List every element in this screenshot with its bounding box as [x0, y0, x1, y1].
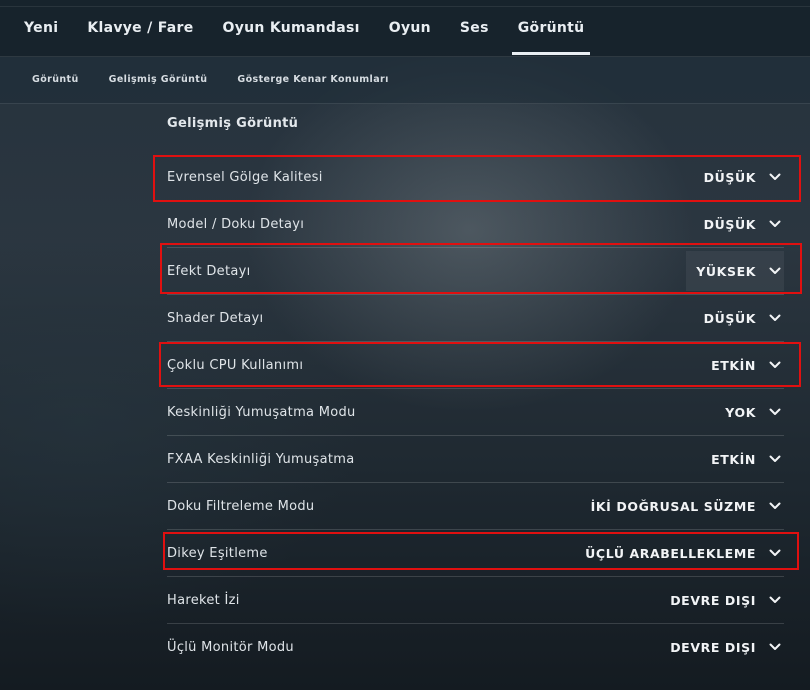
setting-row[interactable]: Hareket İzi DEVRE DIŞI [167, 577, 784, 624]
setting-dropdown[interactable]: DEVRE DIŞI [660, 580, 784, 620]
setting-dropdown[interactable]: DÜŞÜK [694, 298, 784, 338]
setting-row[interactable]: Doku Filtreleme Modu İKİ DOĞRUSAL SÜZME [167, 483, 784, 530]
setting-value: DÜŞÜK [703, 169, 756, 185]
setting-dropdown[interactable]: DÜŞÜK [694, 157, 784, 197]
setting-dropdown[interactable]: ETKİN [701, 439, 784, 479]
setting-dropdown[interactable]: İKİ DOĞRUSAL SÜZME [581, 486, 784, 526]
setting-dropdown[interactable]: ÜÇLÜ ARABELLEKLEME [575, 533, 784, 573]
chevron-down-icon[interactable] [769, 173, 781, 181]
tab-video[interactable]: Görüntü [511, 20, 591, 55]
chevron-down-icon[interactable] [769, 455, 781, 463]
chevron-down-icon[interactable] [769, 549, 781, 557]
setting-dropdown[interactable]: ETKİN [701, 345, 784, 385]
setting-value: İKİ DOĞRUSAL SÜZME [590, 498, 756, 514]
setting-label: Çoklu CPU Kullanımı [167, 357, 304, 373]
setting-row[interactable]: FXAA Keskinliği Yumuşatma ETKİN [167, 436, 784, 483]
subtab-video[interactable]: Görüntü [32, 74, 79, 85]
chevron-down-icon[interactable] [769, 502, 781, 510]
settings-list: Evrensel Gölge Kalitesi DÜŞÜK Model / Doku… [167, 154, 784, 670]
setting-label: Evrensel Gölge Kalitesi [167, 169, 323, 185]
setting-row[interactable]: Keskinliği Yumuşatma Modu YOK [167, 389, 784, 436]
setting-label: FXAA Keskinliği Yumuşatma [167, 451, 355, 467]
setting-label: Dikey Eşitleme [167, 545, 268, 561]
setting-value: DÜŞÜK [703, 310, 756, 326]
setting-label: Shader Detayı [167, 310, 264, 326]
setting-label: Keskinliği Yumuşatma Modu [167, 404, 356, 420]
tab-keyboard-mouse[interactable]: Klavye / Fare [81, 20, 199, 36]
setting-dropdown[interactable]: DÜŞÜK [694, 204, 784, 244]
tab-audio[interactable]: Ses [454, 20, 495, 36]
chevron-down-icon[interactable] [769, 220, 781, 228]
setting-dropdown[interactable]: DEVRE DIŞI [660, 627, 784, 667]
setting-row[interactable]: Çoklu CPU Kullanımı ETKİN [167, 342, 784, 389]
setting-label: Hareket İzi [167, 592, 240, 608]
setting-value: ÜÇLÜ ARABELLEKLEME [585, 545, 756, 561]
setting-label: Model / Doku Detayı [167, 216, 305, 232]
sub-tabs: Görüntü Gelişmiş Görüntü Gösterge Kenar … [32, 74, 419, 85]
chevron-down-icon[interactable] [769, 314, 781, 322]
subtab-advanced-video[interactable]: Gelişmiş Görüntü [109, 74, 208, 85]
subtab-hud-edge-positions[interactable]: Gösterge Kenar Konumları [237, 74, 388, 85]
sub-navigation-bar: Görüntü Gelişmiş Görüntü Gösterge Kenar … [0, 57, 810, 104]
setting-value: DÜŞÜK [703, 216, 756, 232]
top-tabs: Yeni Klavye / Fare Oyun Kumandası Oyun S… [18, 20, 607, 55]
setting-dropdown[interactable]: YÜKSEK [686, 251, 784, 291]
setting-row[interactable]: Shader Detayı DÜŞÜK [167, 295, 784, 342]
setting-row[interactable]: Model / Doku Detayı DÜŞÜK [167, 201, 784, 248]
setting-dropdown[interactable]: YOK [715, 392, 784, 432]
chevron-down-icon[interactable] [769, 408, 781, 416]
setting-label: Doku Filtreleme Modu [167, 498, 315, 514]
setting-row[interactable]: Dikey Eşitleme ÜÇLÜ ARABELLEKLEME [167, 530, 784, 577]
setting-label: Üçlü Monitör Modu [167, 639, 294, 655]
tab-controller[interactable]: Oyun Kumandası [217, 20, 366, 36]
chevron-down-icon[interactable] [769, 361, 781, 369]
setting-row[interactable]: Efekt Detayı YÜKSEK [167, 248, 784, 295]
setting-value: YÜKSEK [696, 263, 756, 279]
chevron-down-icon[interactable] [769, 596, 781, 604]
section-title: Gelişmiş Görüntü [167, 116, 299, 131]
setting-value: DEVRE DIŞI [670, 639, 756, 655]
setting-value: ETKİN [711, 357, 756, 373]
setting-row[interactable]: Üçlü Monitör Modu DEVRE DIŞI [167, 624, 784, 670]
chevron-down-icon[interactable] [769, 643, 781, 651]
setting-value: ETKİN [711, 451, 756, 467]
setting-value: DEVRE DIŞI [670, 592, 756, 608]
chevron-down-icon[interactable] [769, 267, 781, 275]
tab-new[interactable]: Yeni [18, 20, 64, 36]
top-navigation-bar: Yeni Klavye / Fare Oyun Kumandası Oyun S… [0, 0, 810, 57]
setting-value: YOK [725, 404, 756, 420]
tab-game[interactable]: Oyun [383, 20, 437, 36]
setting-row[interactable]: Evrensel Gölge Kalitesi DÜŞÜK [167, 154, 784, 201]
setting-label: Efekt Detayı [167, 263, 251, 279]
